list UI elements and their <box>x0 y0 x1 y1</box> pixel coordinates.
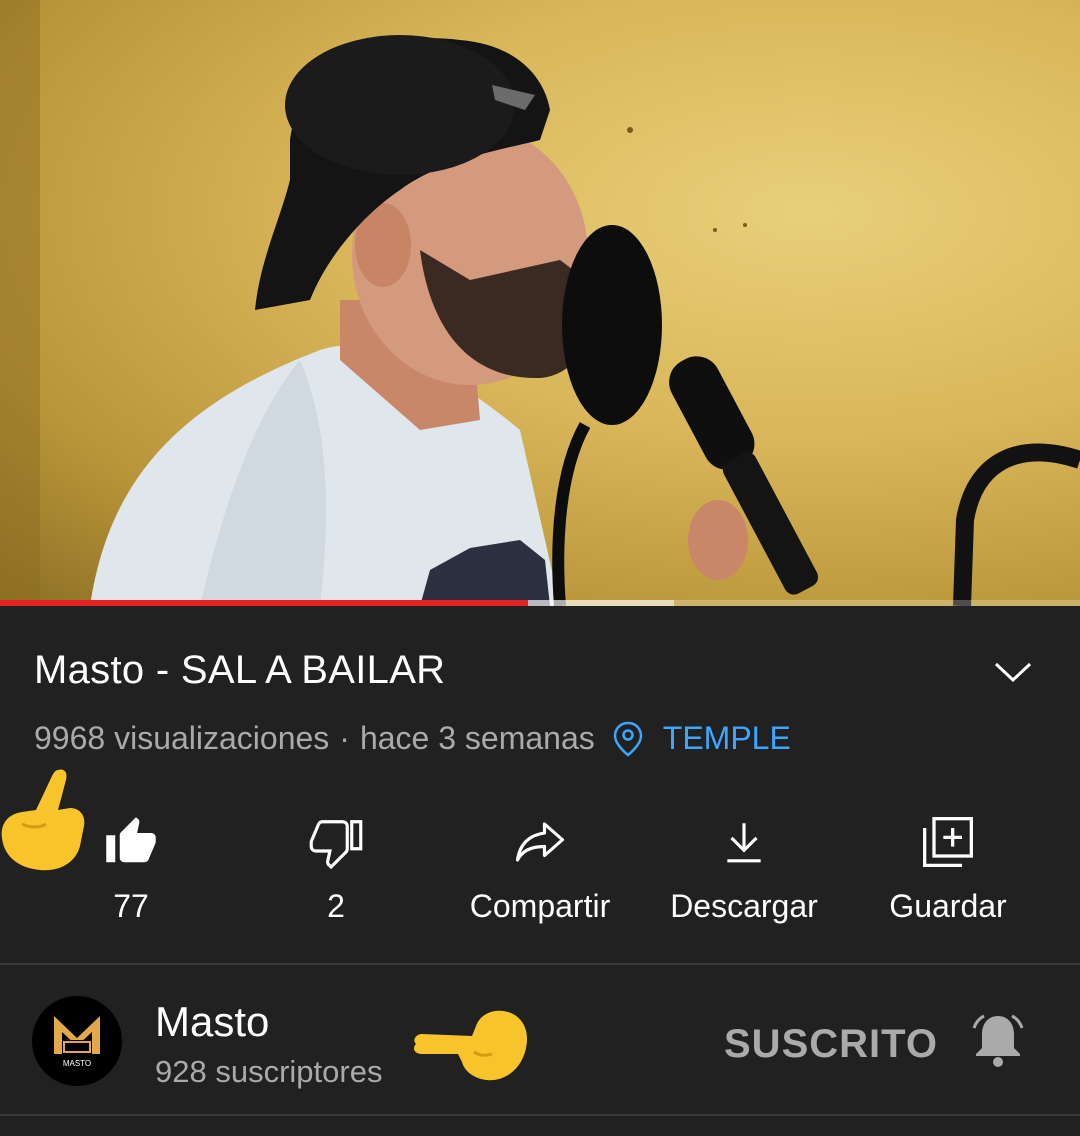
like-count: 77 <box>113 888 149 924</box>
save-playlist-icon <box>843 812 1053 872</box>
download-button[interactable]: Descargar <box>639 812 849 925</box>
share-icon <box>435 812 645 872</box>
dislike-count: 2 <box>327 888 345 924</box>
save-label: Guardar <box>889 888 1007 924</box>
channel-avatar[interactable]: MASTO <box>32 996 122 1086</box>
location-link[interactable]: TEMPLE <box>663 720 791 757</box>
save-button[interactable]: Guardar <box>843 812 1053 925</box>
video-title[interactable]: Masto - SAL A BAILAR <box>34 648 445 693</box>
action-bar: 77 2 Compartir Descargar Guardar <box>0 812 1080 942</box>
thumbs-up-icon <box>26 812 236 872</box>
share-label: Compartir <box>469 888 611 924</box>
pointing-hand-emoji <box>410 1006 530 1086</box>
divider <box>0 963 1080 965</box>
played-bar <box>0 600 529 606</box>
video-meta: 9968 visualizaciones · hace 3 semanas TE… <box>34 720 791 757</box>
notification-bell-icon[interactable] <box>966 1010 1030 1070</box>
progress-bar[interactable] <box>0 600 1080 606</box>
download-label: Descargar <box>670 888 818 924</box>
upload-age: hace 3 semanas <box>359 720 595 756</box>
channel-logo: MASTO <box>54 1016 100 1068</box>
chevron-down-icon[interactable] <box>990 652 1036 692</box>
share-button[interactable]: Compartir <box>435 812 645 925</box>
meta-separator: · <box>339 720 350 756</box>
dislike-button[interactable]: 2 <box>231 812 441 925</box>
video-frame <box>0 0 1080 606</box>
channel-name[interactable]: Masto <box>155 998 269 1046</box>
view-count: 9968 visualizaciones <box>34 720 330 756</box>
location-pin-icon <box>613 721 643 757</box>
subscriber-count: 928 suscriptores <box>155 1054 383 1089</box>
avatar-text: MASTO <box>63 1059 91 1068</box>
like-button[interactable]: 77 <box>26 812 236 925</box>
download-icon <box>639 812 849 872</box>
video-player[interactable] <box>0 0 1080 606</box>
thumbs-down-icon <box>231 812 441 872</box>
subscribed-button[interactable]: SUSCRITO <box>724 1022 938 1067</box>
divider <box>0 1114 1080 1116</box>
